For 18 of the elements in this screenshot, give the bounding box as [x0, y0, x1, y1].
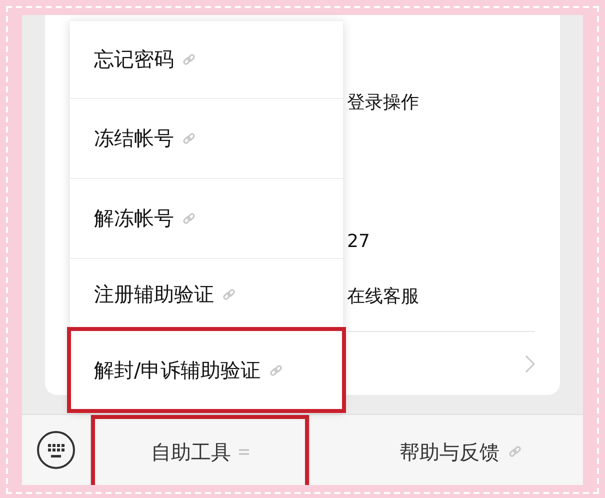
menu-item[interactable]: 注册辅助验证 [70, 258, 343, 330]
menu-item[interactable]: 忘记密码 [70, 20, 343, 98]
menu-item[interactable]: 解冻帐号 [70, 178, 343, 258]
link-icon [182, 132, 196, 146]
content-text: 在线客服 [347, 284, 419, 308]
keyboard-icon[interactable] [36, 430, 76, 470]
menu-tab[interactable]: 自助工具 [91, 415, 309, 485]
menu-icon [239, 448, 249, 456]
menu-item[interactable]: 冻结帐号 [70, 98, 343, 178]
link-icon [268, 364, 283, 378]
content-text: 27 [347, 230, 370, 252]
link-icon [182, 52, 196, 66]
menu-item[interactable]: 解封/申诉辅助验证 [70, 330, 343, 410]
link-icon [182, 212, 196, 226]
content-text: 登录操作 [347, 90, 419, 114]
menu-tab[interactable]: 帮助与反馈 [338, 415, 583, 485]
link-icon [508, 445, 522, 459]
link-icon [222, 288, 236, 302]
